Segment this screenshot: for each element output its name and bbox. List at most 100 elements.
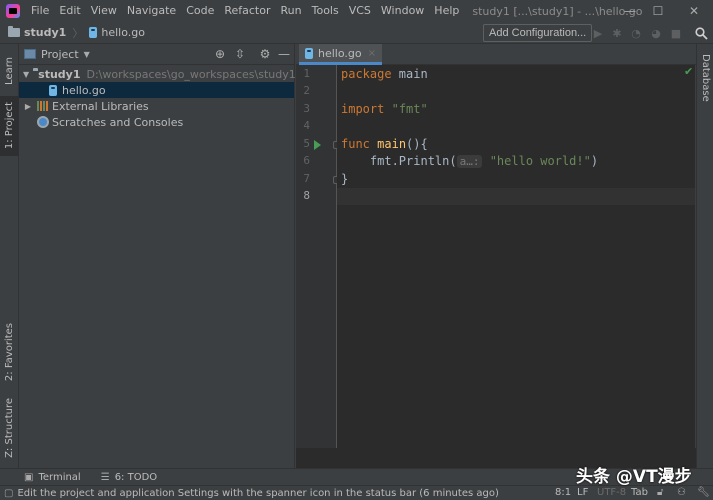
search-icon[interactable]: [693, 25, 709, 41]
tool-tab-learn[interactable]: Learn: [0, 48, 19, 94]
line-number: 1: [303, 67, 310, 80]
tree-item-external-libraries[interactable]: ▶ External Libraries: [19, 98, 294, 114]
close-button[interactable]: ✕: [677, 0, 711, 22]
goland-logo-icon: [6, 4, 20, 18]
profile-icon[interactable]: ◕: [648, 25, 664, 41]
file-encoding[interactable]: UTF-8: [597, 486, 626, 500]
add-configuration-button[interactable]: Add Configuration...: [483, 24, 593, 42]
maximize-button[interactable]: ☐: [641, 0, 675, 22]
locate-icon[interactable]: ⊕: [213, 47, 227, 61]
watermark: 头条 @VT漫步: [576, 467, 692, 487]
toggle-tool-windows-icon[interactable]: ▢: [4, 488, 13, 499]
status-message[interactable]: Edit the project and application Setting…: [17, 488, 498, 499]
hide-icon[interactable]: —: [277, 47, 291, 61]
inspector-icon[interactable]: ⚇: [677, 486, 686, 500]
tool-tab-structure[interactable]: Z: Structure: [0, 394, 19, 462]
minimize-icon: —: [624, 4, 636, 18]
run-icon[interactable]: ▶: [590, 25, 606, 41]
expand-arrow-icon[interactable]: ▼: [23, 70, 29, 79]
menu-view[interactable]: View: [86, 0, 122, 22]
line-number: 2: [303, 84, 310, 97]
breadcrumb-project[interactable]: study1: [24, 26, 66, 39]
menu-edit[interactable]: Edit: [54, 0, 85, 22]
expand-arrow-icon[interactable]: ▶: [23, 102, 33, 111]
close-tab-icon[interactable]: ×: [368, 48, 376, 59]
line-number: 6: [303, 154, 310, 167]
tree-item-scratches[interactable]: Scratches and Consoles: [19, 114, 294, 130]
caret-position[interactable]: 8:1: [555, 486, 571, 500]
menu-tools[interactable]: Tools: [307, 0, 344, 22]
status-bar: ▢ Edit the project and application Setti…: [0, 485, 713, 500]
menu-navigate[interactable]: Navigate: [122, 0, 181, 22]
run-gutter-icon[interactable]: [314, 140, 321, 150]
line-number: 7: [303, 172, 310, 185]
code-line[interactable]: package main: [341, 67, 428, 81]
chevron-down-icon[interactable]: ▼: [84, 50, 90, 59]
editor-tab-hello-go[interactable]: hello.go ×: [299, 44, 382, 65]
inspection-ok-icon[interactable]: ✔: [684, 65, 693, 78]
tool-tab-terminal[interactable]: ▣ Terminal: [24, 472, 81, 483]
code-token: "fmt": [391, 102, 428, 116]
tool-tab-project[interactable]: 1: Project: [0, 96, 19, 156]
tool-tab-database[interactable]: Database: [697, 50, 713, 106]
line-number: 5: [303, 137, 310, 150]
navigation-bar: study1 〉 hello.go Add Configuration... ▶…: [0, 22, 713, 44]
line-separator[interactable]: LF: [577, 486, 588, 500]
scratches-icon: [37, 116, 49, 128]
maximize-icon: ☐: [652, 4, 664, 18]
todo-icon: ☰: [100, 471, 110, 483]
code-line[interactable]: func main(){: [341, 137, 428, 151]
libraries-icon: [37, 101, 49, 111]
code-line[interactable]: }: [341, 172, 348, 186]
right-tool-strip: Database: [696, 44, 713, 468]
close-icon: ✕: [688, 4, 700, 18]
folder-icon: [8, 26, 20, 37]
code-token: "hello world!": [489, 154, 591, 168]
terminal-icon: ▣: [24, 471, 34, 483]
spanner-icon[interactable]: 🔧︎: [697, 486, 710, 500]
code-token: func: [341, 137, 370, 151]
coverage-icon[interactable]: ◔: [628, 25, 644, 41]
breadcrumb-separator: 〉: [72, 26, 84, 40]
code-token: import: [341, 102, 385, 116]
code-token: main: [391, 67, 428, 81]
go-file-icon: [305, 47, 313, 59]
lock-icon[interactable]: 🔓︎: [657, 486, 663, 500]
code-token: }: [341, 172, 349, 186]
menu-vcs[interactable]: VCS: [344, 0, 376, 22]
menu-code[interactable]: Code: [181, 0, 219, 22]
project-view-selector[interactable]: Project: [41, 48, 79, 61]
code-line[interactable]: fmt.Println(a…: "hello world!"): [341, 154, 598, 168]
gear-icon[interactable]: ⚙: [258, 47, 272, 61]
parameter-hint: a…:: [456, 155, 483, 168]
go-file-icon: [89, 27, 98, 38]
tool-tab-favorites[interactable]: 2: Favorites: [0, 319, 19, 385]
tree-item-study1[interactable]: ▼ study1 D:\workspaces\go_workspaces\stu…: [19, 66, 296, 82]
indent-setting[interactable]: Tab: [631, 486, 648, 500]
menu-refactor[interactable]: Refactor: [219, 0, 275, 22]
menu-file[interactable]: File: [26, 0, 54, 22]
left-tool-strip: Learn 1: Project 2: Favorites Z: Structu…: [0, 44, 19, 468]
current-line-highlight: [337, 188, 695, 205]
code-editor[interactable]: package main import "fmt" func main(){ fmt…: [337, 65, 695, 448]
menu-help[interactable]: Help: [429, 0, 464, 22]
code-line[interactable]: import "fmt": [341, 102, 428, 116]
tree-item-label: Scratches and Consoles: [52, 115, 184, 129]
editor-tab-bar: hello.go ×: [296, 44, 696, 65]
breadcrumb-file[interactable]: hello.go: [101, 26, 145, 39]
stop-icon[interactable]: ■: [668, 25, 684, 41]
menu-window[interactable]: Window: [376, 0, 429, 22]
code-token: (){: [406, 137, 428, 151]
menu-run[interactable]: Run: [276, 0, 307, 22]
line-number: 3: [303, 102, 310, 115]
debug-icon[interactable]: ✱: [609, 25, 625, 41]
tool-tab-todo[interactable]: ☰ 6: TODO: [101, 472, 157, 483]
tree-item-hello-go[interactable]: hello.go: [19, 82, 294, 98]
line-number: 4: [303, 119, 310, 132]
collapse-all-icon[interactable]: ⇳: [233, 47, 247, 61]
code-token: package: [341, 67, 392, 81]
project-panel: Project ▼ ⊕ ⇳ ⚙ — ▼ study1 D:\workspaces…: [19, 44, 296, 468]
code-token: fmt.Println(: [341, 154, 457, 168]
